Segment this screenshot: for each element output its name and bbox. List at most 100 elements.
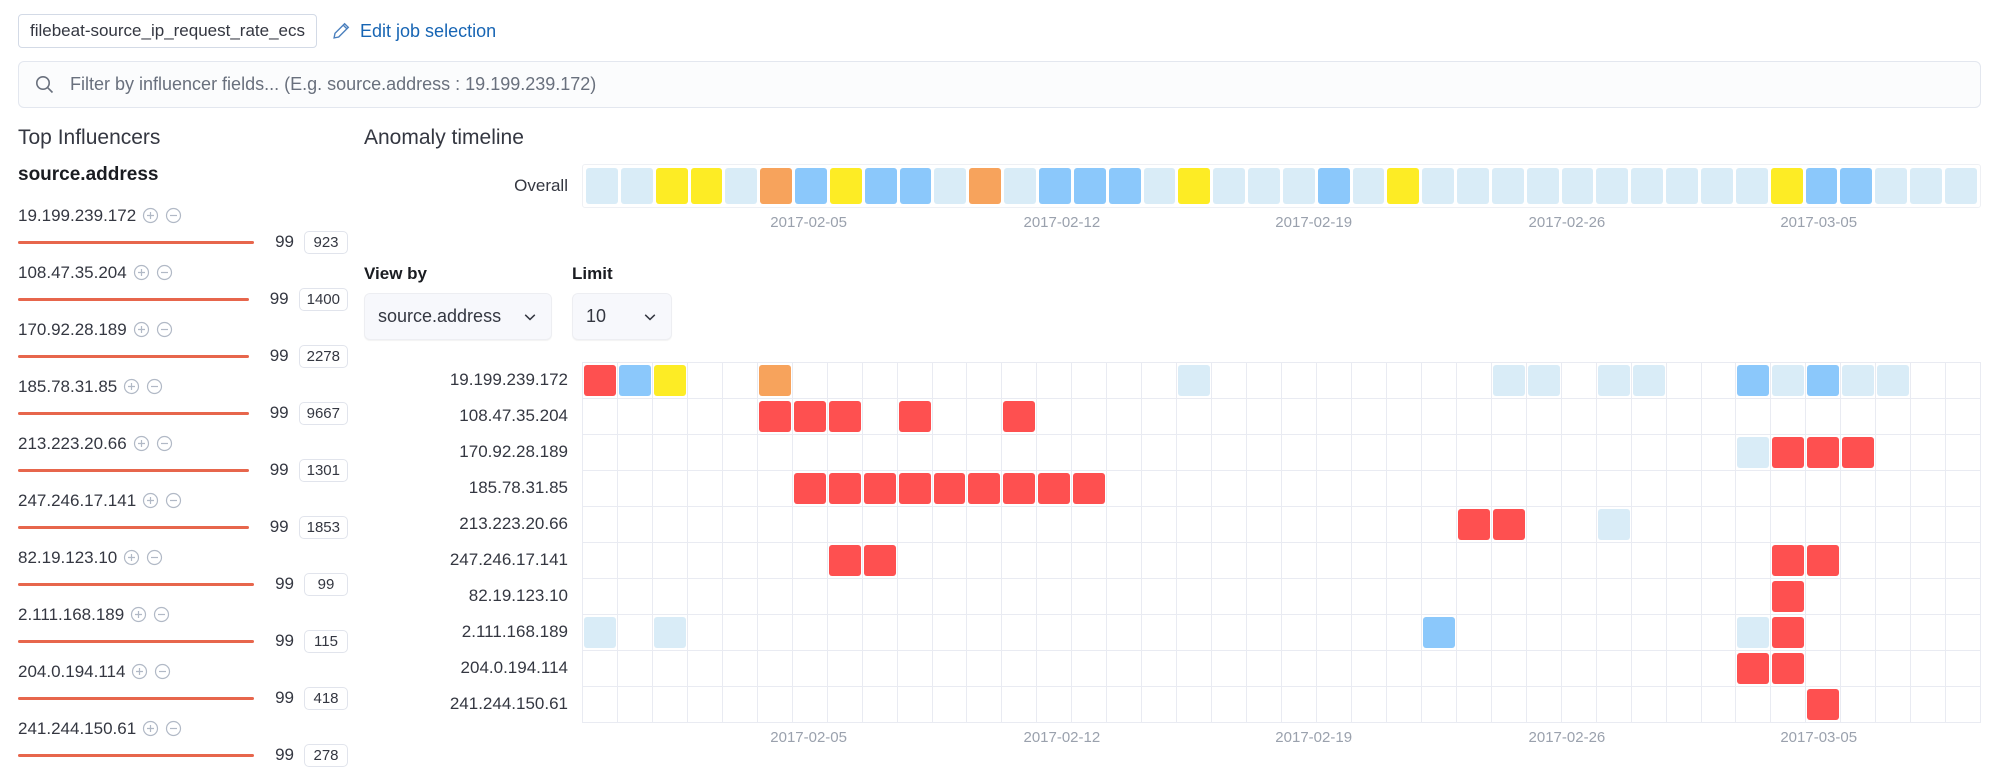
swimlane-cell[interactable] — [1317, 687, 1352, 724]
swimlane-cell[interactable] — [792, 687, 828, 724]
swimlane-cell[interactable] — [1946, 471, 1982, 508]
swimlane-cell[interactable] — [1456, 507, 1492, 544]
minus-circle-icon[interactable] — [165, 492, 182, 509]
swimlane-cell[interactable] — [1771, 543, 1807, 580]
swimlane-cell[interactable] — [1596, 615, 1632, 652]
swimlane-cell[interactable] — [932, 507, 968, 544]
swimlane-cell[interactable] — [1806, 651, 1842, 688]
plus-circle-icon[interactable] — [130, 606, 147, 623]
swimlane-cell[interactable] — [1771, 399, 1807, 436]
minus-circle-icon[interactable] — [153, 606, 170, 623]
swimlane-cell[interactable] — [1491, 507, 1527, 544]
swimlane-cell[interactable] — [1876, 435, 1912, 472]
swimlane-cell[interactable] — [1072, 579, 1108, 616]
swimlane-cell[interactable] — [1177, 435, 1213, 472]
swimlane-cell[interactable] — [1911, 651, 1947, 688]
swimlane-cell[interactable] — [1946, 687, 1982, 724]
swimlane-cell[interactable] — [1596, 507, 1632, 544]
swimlane-cell[interactable] — [1491, 435, 1527, 472]
swimlane-cell[interactable] — [1072, 651, 1108, 688]
overall-swimlane-cell[interactable] — [1805, 168, 1838, 205]
swimlane-cell[interactable] — [1247, 651, 1283, 688]
swimlane-cell[interactable] — [1421, 435, 1457, 472]
swimlane-cell[interactable] — [1596, 363, 1632, 400]
minus-circle-icon[interactable] — [156, 264, 173, 281]
plus-circle-icon[interactable] — [123, 378, 140, 395]
swimlane-cell[interactable] — [583, 507, 618, 544]
swimlane-cell[interactable] — [1526, 579, 1562, 616]
selected-job-pill[interactable]: filebeat-source_ip_request_rate_ecs — [18, 14, 318, 49]
overall-swimlane-cell[interactable] — [725, 168, 758, 205]
swimlane-cell[interactable] — [862, 435, 898, 472]
plus-circle-icon[interactable] — [142, 720, 159, 737]
swimlane-cell[interactable] — [1002, 507, 1038, 544]
swimlane-cell[interactable] — [792, 471, 828, 508]
swimlane-cell[interactable] — [1002, 687, 1038, 724]
swimlane-cell[interactable] — [1666, 651, 1702, 688]
swimlane-cell[interactable] — [827, 399, 863, 436]
swimlane-cell[interactable] — [1561, 471, 1597, 508]
swimlane-cell[interactable] — [1631, 471, 1667, 508]
overall-swimlane-cell[interactable] — [934, 168, 967, 205]
swimlane-cell[interactable] — [932, 687, 968, 724]
swimlane-cell[interactable] — [1701, 471, 1737, 508]
swimlane-cell[interactable] — [687, 687, 723, 724]
swimlane-cell[interactable] — [1631, 543, 1667, 580]
swimlane-cell[interactable] — [1072, 615, 1108, 652]
swimlane-cell[interactable] — [967, 615, 1003, 652]
swimlane-cell[interactable] — [1876, 363, 1912, 400]
swimlane-cell[interactable] — [583, 579, 618, 616]
swimlane-cell[interactable] — [722, 507, 758, 544]
swimlane-cell[interactable] — [617, 435, 653, 472]
swimlane-cell[interactable] — [1841, 363, 1877, 400]
swimlane-cell[interactable] — [1876, 651, 1912, 688]
swimlane-cell[interactable] — [1107, 615, 1143, 652]
overall-swimlane-cell[interactable] — [1735, 168, 1768, 205]
plus-circle-icon[interactable] — [142, 492, 159, 509]
swimlane-cell[interactable] — [967, 651, 1003, 688]
swimlane-cell[interactable] — [687, 615, 723, 652]
minus-circle-icon[interactable] — [156, 321, 173, 338]
swimlane-cell[interactable] — [1456, 543, 1492, 580]
swimlane-cell[interactable] — [1037, 471, 1073, 508]
swimlane-cell[interactable] — [1212, 363, 1248, 400]
swimlane-cell[interactable] — [967, 579, 1003, 616]
swimlane-cell[interactable] — [827, 651, 863, 688]
swimlane-cell[interactable] — [1351, 471, 1387, 508]
swimlane-cell[interactable] — [792, 615, 828, 652]
swimlane-cell[interactable] — [1736, 615, 1772, 652]
overall-swimlane-cell[interactable] — [1666, 168, 1698, 205]
swimlane-cell[interactable] — [1247, 363, 1283, 400]
swimlane-cell[interactable] — [1107, 507, 1143, 544]
swimlane-cell[interactable] — [1212, 579, 1248, 616]
swimlane-cell[interactable] — [1771, 651, 1807, 688]
swimlane-cell[interactable] — [1142, 687, 1178, 724]
overall-swimlane-cell[interactable] — [1422, 168, 1455, 205]
minus-circle-icon[interactable] — [146, 378, 163, 395]
swimlane-cell[interactable] — [652, 471, 688, 508]
overall-swimlane-cell[interactable] — [969, 168, 1002, 205]
swimlane-cell[interactable] — [1876, 579, 1912, 616]
swimlane-cell[interactable] — [1596, 579, 1632, 616]
swimlane-cell[interactable] — [1841, 651, 1877, 688]
swimlane-cell[interactable] — [827, 687, 863, 724]
swimlane-cell[interactable] — [1701, 687, 1737, 724]
swimlane-cell[interactable] — [652, 435, 688, 472]
swimlane-cell[interactable] — [652, 363, 688, 400]
swimlane-cell[interactable] — [1177, 399, 1213, 436]
swimlane-cell[interactable] — [1351, 651, 1387, 688]
swimlane-cell[interactable] — [1282, 471, 1318, 508]
swimlane-cell[interactable] — [1386, 579, 1422, 616]
swimlane-cell[interactable] — [1317, 615, 1352, 652]
overall-swimlane-cell[interactable] — [1213, 168, 1246, 205]
swimlane-cell[interactable] — [1072, 507, 1108, 544]
swimlane-cell[interactable] — [757, 471, 793, 508]
swimlane-cell[interactable] — [1526, 435, 1562, 472]
plus-circle-icon[interactable] — [133, 321, 150, 338]
swimlane-cell[interactable] — [1806, 435, 1842, 472]
swimlane-cell[interactable] — [583, 363, 618, 400]
swimlane-cell[interactable] — [1177, 615, 1213, 652]
swimlane-cell[interactable] — [1177, 363, 1213, 400]
swimlane-cell[interactable] — [1561, 399, 1597, 436]
swimlane-cell[interactable] — [757, 651, 793, 688]
